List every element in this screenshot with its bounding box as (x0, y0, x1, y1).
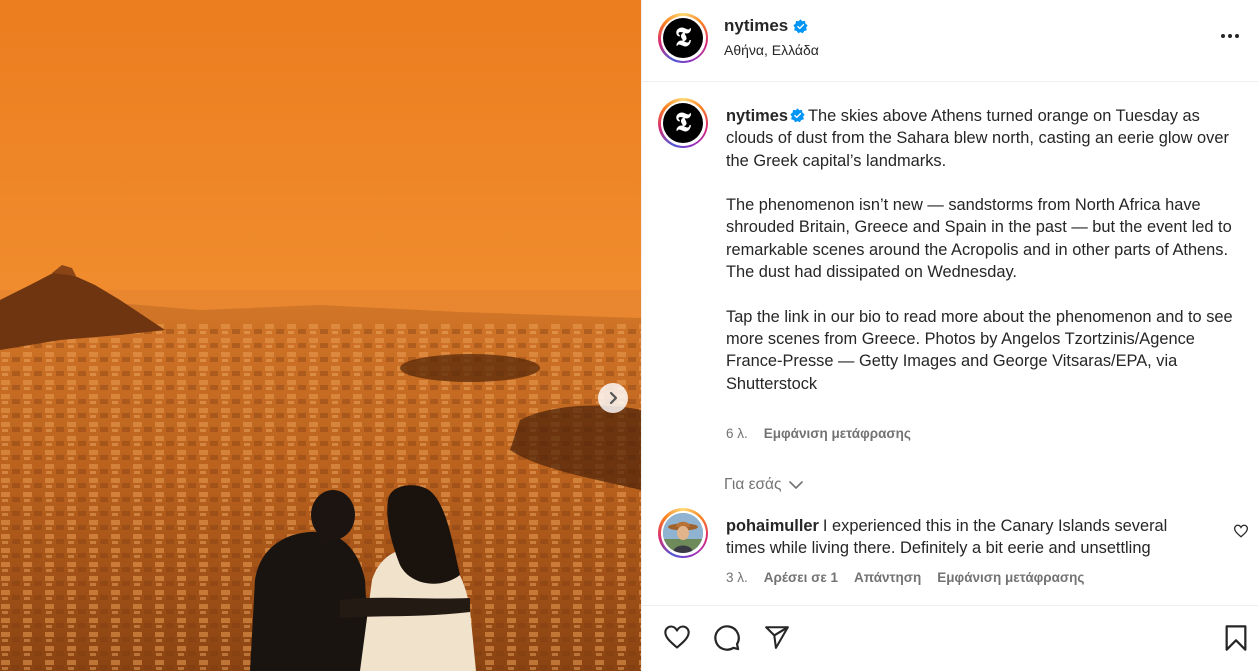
verified-badge-icon (790, 108, 805, 123)
post-header: 𝕿 nytimes Αθήνα, Ελλάδα (642, 0, 1258, 82)
caption-username[interactable]: nytimes (726, 107, 788, 125)
post-location[interactable]: Αθήνα, Ελλάδα (724, 42, 819, 58)
for-you-toggle[interactable]: Για εσάς (724, 476, 804, 494)
comment-icon[interactable] (713, 624, 741, 652)
commenter-avatar[interactable] (658, 508, 708, 558)
athens-orange-sky-image (0, 0, 641, 671)
author-username[interactable]: nytimes (724, 16, 808, 36)
author-username-text[interactable]: nytimes (724, 16, 788, 36)
comment-meta: 3 λ. Αρέσει σε 1 Απάντηση Εμφάνιση μετάφ… (726, 570, 1084, 585)
commenter-avatar-image (663, 513, 703, 553)
caption-paragraph-3: The dust had dissipated on Wednesday. (726, 263, 1017, 282)
caption-translate-link[interactable]: Εμφάνιση μετάφρασης (764, 426, 911, 441)
verified-badge-icon (793, 18, 808, 33)
chevron-right-icon (609, 391, 618, 405)
caption-timestamp[interactable]: 6 λ. (726, 426, 748, 441)
post-action-bar (642, 605, 1258, 671)
cowboy-avatar-icon (663, 513, 703, 553)
post-detail-panel: 𝕿 nytimes Αθήνα, Ελλάδα 𝕿 nytimes The sk… (641, 0, 1258, 671)
comment-likes-link[interactable]: Αρέσει σε 1 (764, 570, 838, 585)
comment-timestamp[interactable]: 3 λ. (726, 570, 748, 585)
share-icon[interactable] (763, 624, 791, 650)
caption-meta: 6 λ. Εμφάνιση μετάφρασης (726, 426, 911, 441)
next-photo-button[interactable] (598, 383, 628, 413)
nyt-logo-icon: 𝕿 (663, 18, 703, 58)
for-you-label: Για εσάς (724, 476, 782, 493)
comment-text: pohaimuller I experienced this in the Can… (726, 515, 1206, 560)
comment-like-heart-icon[interactable] (1233, 524, 1249, 538)
comment-reply-button[interactable]: Απάντηση (854, 570, 921, 585)
more-options-button[interactable] (1219, 28, 1241, 44)
heart-icon[interactable] (663, 624, 691, 650)
more-dot (1235, 34, 1239, 38)
author-avatar[interactable]: 𝕿 (658, 13, 708, 63)
more-horizontal-icon (1221, 34, 1225, 38)
nyt-logo-icon: 𝕿 (663, 103, 703, 143)
post-photo[interactable] (0, 0, 641, 671)
caption-paragraph-2: The phenomenon isn’t new — sandstorms fr… (726, 196, 1232, 259)
caption-avatar[interactable]: 𝕿 (658, 98, 708, 148)
more-dot (1228, 34, 1232, 38)
chevron-down-icon (788, 481, 803, 489)
caption-text: nytimes The skies above Athens turned or… (726, 105, 1236, 395)
comment-username[interactable]: pohaimuller (726, 517, 819, 535)
caption-paragraph-4: Tap the link in our bio to read more abo… (726, 307, 1233, 393)
comment-translate-link[interactable]: Εμφάνιση μετάφρασης (937, 570, 1084, 585)
bookmark-icon[interactable] (1224, 624, 1248, 652)
